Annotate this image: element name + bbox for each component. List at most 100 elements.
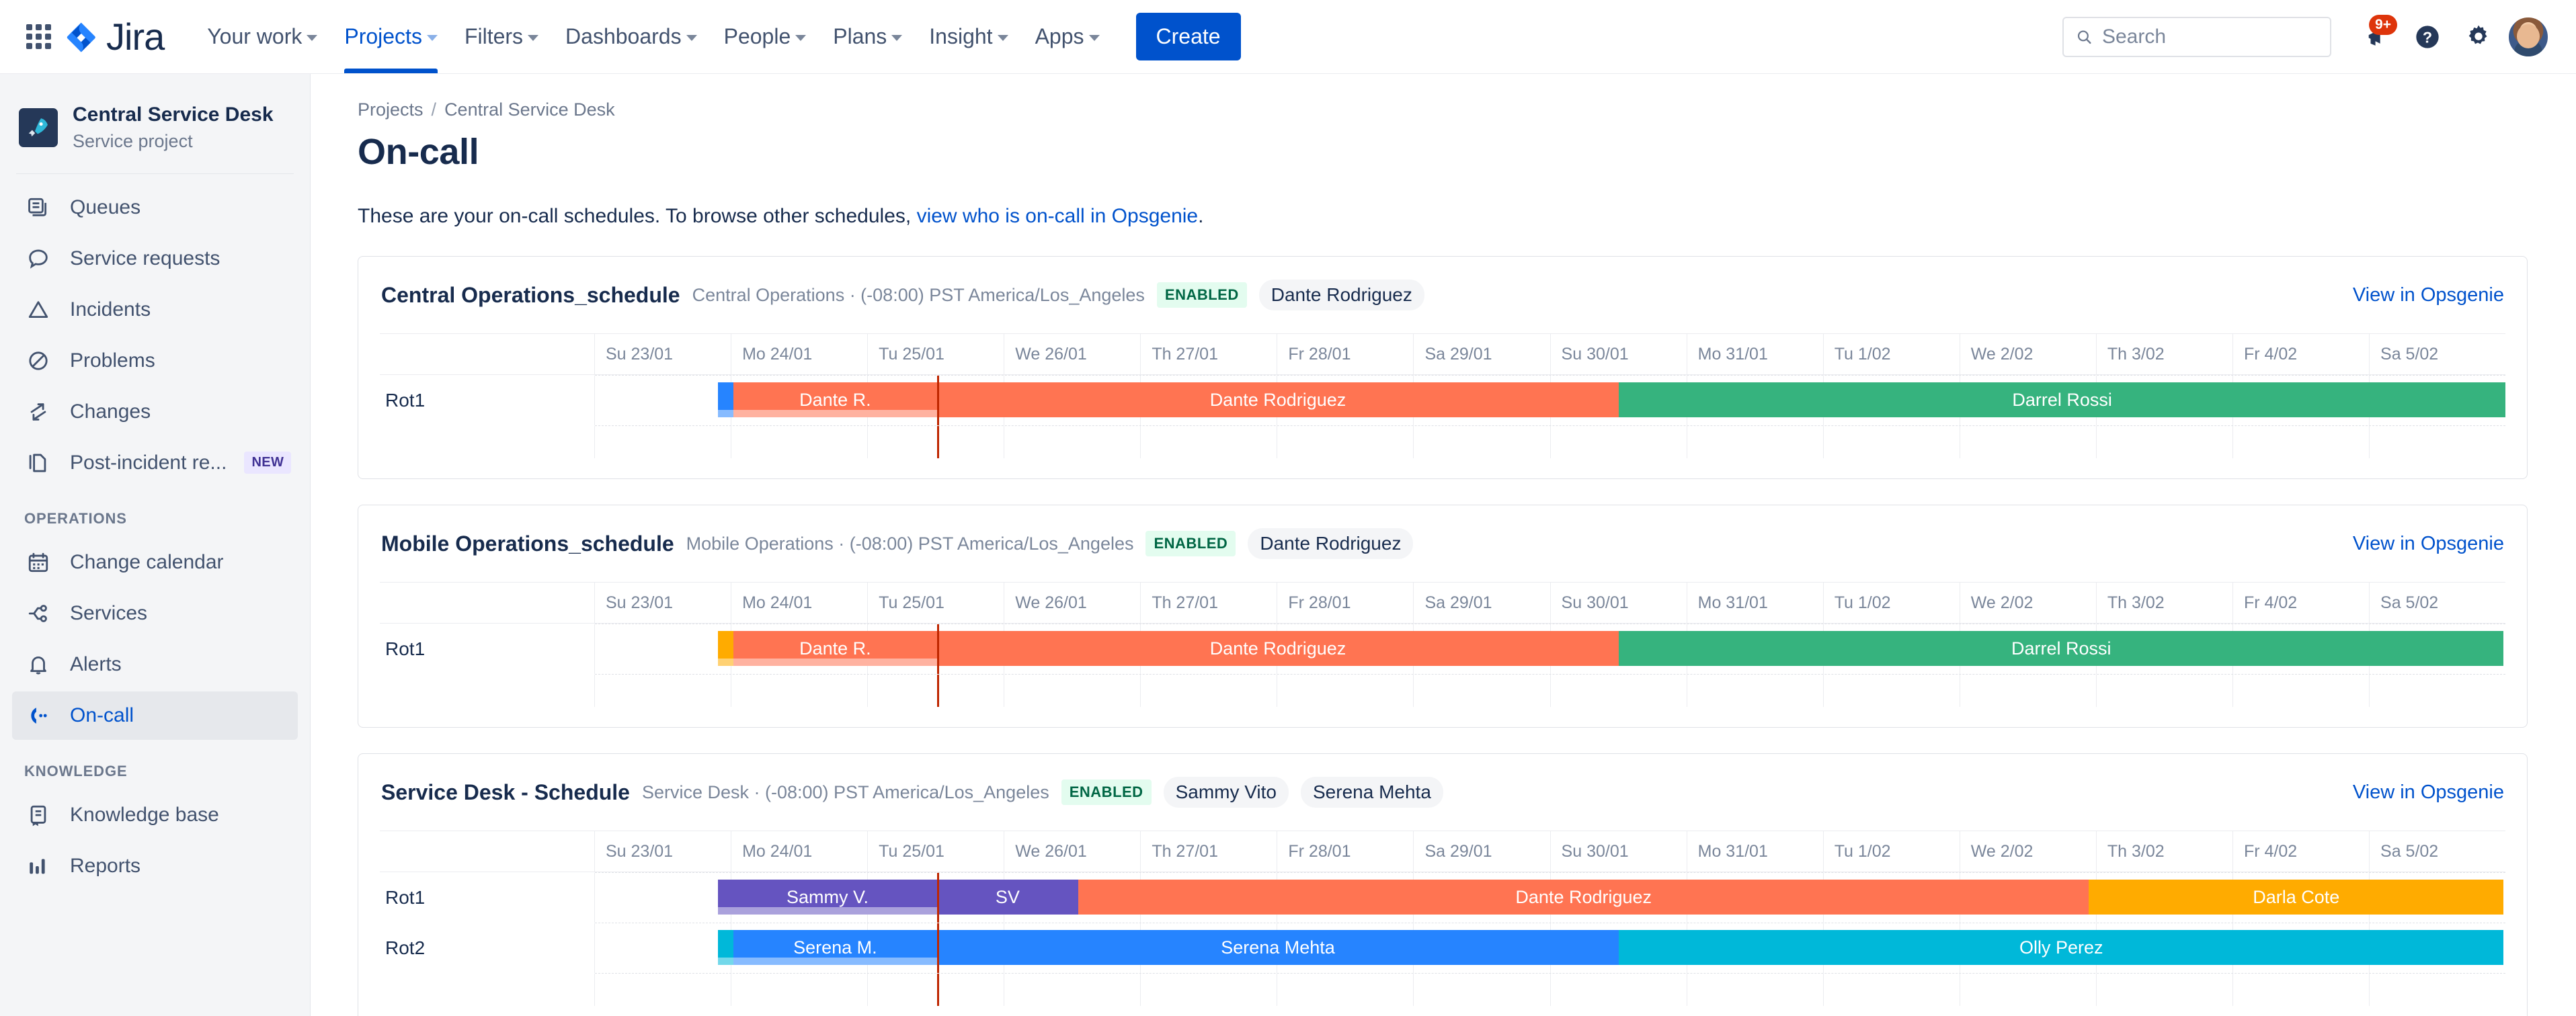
on-call-shift-bar[interactable] (718, 631, 734, 666)
sidebar-item-post-incident-reviews[interactable]: Post-incident re... NEW (12, 439, 298, 487)
schedule-card-header: Mobile Operations_schedule Mobile Operat… (380, 528, 2505, 559)
view-in-opsgenie-link[interactable]: View in Opsgenie (2353, 781, 2504, 804)
shift-label: Serena Mehta (1221, 937, 1335, 958)
rotation-label: Rot2 (380, 923, 595, 973)
sidebar-item-on-call[interactable]: On-call (12, 691, 298, 740)
on-call-shift-bar[interactable]: Darla Cote (2089, 880, 2504, 915)
on-call-shift-bar[interactable] (718, 382, 734, 417)
on-call-shift-bar[interactable]: Dante Rodriguez (936, 382, 1619, 417)
sidebar-item-incidents[interactable]: Incidents (12, 286, 298, 334)
nav-right-cluster: 9+ ? (2062, 14, 2549, 59)
sidebar-item-problems[interactable]: Problems (12, 337, 298, 385)
timeline-day-header: Su 23/01 Mo 24/01 Tu 25/01 We 26/01 Th 27/01… (380, 333, 2505, 375)
timeline-day-label: Sa 5/02 (2380, 593, 2439, 612)
on-call-shift-bar[interactable]: Dante Rodriguez (936, 631, 1619, 666)
timeline-bars: Sammy V. SV Dante Rodriguez Darla Cote (595, 873, 2505, 923)
nav-dashboards[interactable]: Dashboards (552, 0, 711, 73)
current-time-marker (936, 426, 939, 458)
sidebar-item-label: Service requests (70, 247, 220, 269)
create-button[interactable]: Create (1135, 13, 1241, 60)
chevron-down-icon (528, 34, 539, 41)
on-call-shift-bar[interactable]: SV (936, 880, 1078, 915)
settings-button[interactable] (2456, 15, 2501, 59)
sidebar-item-service-requests[interactable]: Service requests (12, 235, 298, 283)
app-switcher-button[interactable] (19, 17, 58, 56)
timeline-day-label: Sa 29/01 (1414, 334, 1551, 374)
timeline-day-label: Mo 24/01 (731, 583, 869, 623)
sidebar-item-knowledge-base[interactable]: Knowledge base (12, 791, 298, 839)
timeline-day-label: Mo 31/01 (1687, 831, 1824, 872)
on-call-shift-bar[interactable] (718, 930, 734, 965)
on-call-shift-bar[interactable]: Olly Perez (1619, 930, 2504, 965)
nav-plans[interactable]: Plans (819, 0, 916, 73)
help-button[interactable]: ? (2405, 15, 2450, 59)
schedule-card: Service Desk - Schedule Service Desk · (… (358, 753, 2528, 1016)
view-in-opsgenie-link[interactable]: View in Opsgenie (2353, 533, 2504, 555)
on-call-shift-bar[interactable]: Serena M. (733, 930, 937, 965)
services-nodes-icon (24, 599, 52, 628)
on-call-shift-bar[interactable]: Serena Mehta (936, 930, 1619, 965)
rocket-icon (19, 108, 58, 147)
timeline-bars: Serena M. Serena Mehta Olly Perez (595, 923, 2505, 973)
sidebar-project-name: Central Service Desk (73, 103, 274, 126)
intro-sentence: These are your on-call schedules. To bro… (358, 205, 917, 227)
on-call-shift-bar[interactable]: Dante R. (733, 631, 937, 666)
jira-home-link[interactable]: Jira (66, 17, 165, 56)
schedule-meta: Mobile Operations · (-08:00) PST America… (686, 533, 1134, 554)
breadcrumb-central-service-desk[interactable]: Central Service Desk (444, 99, 615, 120)
nav-filters[interactable]: Filters (451, 0, 552, 73)
sidebar-item-queues[interactable]: Queues (12, 183, 298, 232)
timeline-day-label: Fr 28/01 (1277, 583, 1414, 623)
search-input[interactable] (2101, 25, 2318, 48)
sidebar-item-reports[interactable]: Reports (12, 842, 298, 890)
timeline-day-label: Th 27/01 (1141, 334, 1278, 374)
swap-arrows-icon (24, 398, 52, 426)
timeline-bars: Dante R. Dante Rodriguez Darrel Rossi (595, 376, 2505, 425)
status-badge-new: NEW (244, 452, 292, 474)
on-call-shift-bar[interactable]: Darrel Rossi (1619, 631, 2504, 666)
breadcrumb-projects[interactable]: Projects (358, 99, 424, 120)
timeline-rotation-row: Rot1 Dante R. Dante Rodriguez Darrel Ros… (380, 624, 2505, 674)
sidebar-item-label: Changes (70, 400, 151, 423)
nav-projects[interactable]: Projects (331, 0, 451, 73)
on-call-shift-bar[interactable]: Darrel Rossi (1619, 382, 2505, 417)
nav-apps[interactable]: Apps (1022, 0, 1113, 73)
sidebar-item-change-calendar[interactable]: Change calendar (12, 538, 298, 587)
on-call-shift-bar[interactable]: Dante R. (733, 382, 937, 417)
timeline-day-label: Th 3/02 (2097, 583, 2233, 623)
sidebar-item-changes[interactable]: Changes (12, 388, 298, 436)
timeline-day-label: We 26/01 (1004, 831, 1141, 872)
nav-your-work[interactable]: Your work (194, 0, 331, 73)
no-entry-icon (24, 347, 52, 375)
sidebar-item-services[interactable]: Services (12, 589, 298, 638)
timeline-rotation-row: Rot2 Serena M. Serena Mehta Olly Perez (380, 923, 2505, 973)
status-badge-enabled: ENABLED (1145, 531, 1236, 556)
timeline-day-label: Mo 31/01 (1687, 334, 1824, 374)
notifications-button[interactable]: 9+ (2354, 14, 2399, 59)
schedule-card-header: Central Operations_schedule Central Oper… (380, 280, 2505, 310)
participant-pill[interactable]: Dante Rodriguez (1248, 528, 1414, 559)
participant-pill[interactable]: Sammy Vito (1163, 777, 1289, 808)
timeline-day-label: Fr 28/01 (1277, 334, 1414, 374)
on-call-shift-bar[interactable]: Dante Rodriguez (1078, 880, 2089, 915)
participant-pill[interactable]: Serena Mehta (1301, 777, 1443, 808)
opsgenie-browse-link[interactable]: view who is on-call in Opsgenie (917, 205, 1199, 227)
timeline-day-label: Su 30/01 (1551, 334, 1687, 374)
user-avatar[interactable] (2507, 15, 2549, 58)
timeline-rotation-row: Rot1 Sammy V. SV Dante Rodriguez Darla C… (380, 873, 2505, 923)
intro-text: These are your on-call schedules. To bro… (358, 205, 2576, 228)
shift-label: Dante Rodriguez (1515, 886, 1652, 907)
schedule-card-header: Service Desk - Schedule Service Desk · (… (380, 777, 2505, 808)
participant-pill[interactable]: Dante Rodriguez (1258, 280, 1424, 310)
view-in-opsgenie-link[interactable]: View in Opsgenie (2353, 284, 2504, 306)
sidebar-project-header[interactable]: Central Service Desk Service project (0, 95, 310, 168)
search-box[interactable] (2062, 16, 2331, 57)
nav-people[interactable]: People (711, 0, 820, 73)
nav-insight[interactable]: Insight (916, 0, 1021, 73)
on-call-shift-bar[interactable]: Sammy V. (718, 880, 937, 915)
notification-badge: 9+ (2369, 14, 2397, 35)
calendar-icon (24, 548, 52, 577)
timeline-corner-cell (380, 334, 595, 374)
sidebar-item-alerts[interactable]: Alerts (12, 640, 298, 689)
chevron-down-icon (686, 34, 697, 41)
